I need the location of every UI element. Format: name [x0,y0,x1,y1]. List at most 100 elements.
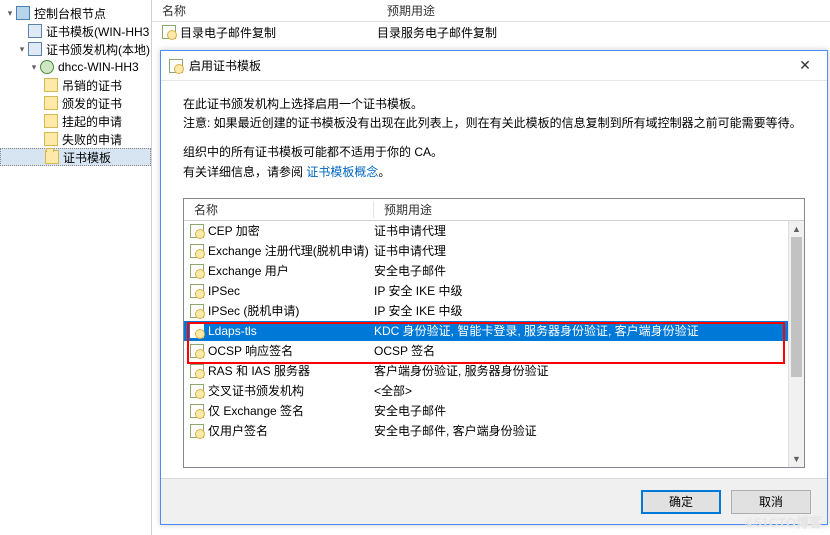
folder-icon [44,78,58,92]
cell-purpose: <全部> [374,382,412,399]
certificate-icon [190,284,204,298]
listbox-rows: CEP 加密证书申请代理Exchange 注册代理(脱机申请)证书申请代理Exc… [184,221,804,467]
cell-purpose: KDC 身份验证, 智能卡登录, 服务器身份验证, 客户端身份验证 [374,322,699,339]
button-label: 取消 [759,493,783,510]
cell-name: Ldaps-tls [208,324,257,338]
cell-purpose: OCSP 签名 [374,342,435,359]
certificate-icon [190,244,204,258]
dialog-titlebar[interactable]: 启用证书模板 ✕ [161,51,827,81]
scroll-track[interactable] [789,237,804,451]
tree-label: 控制台根节点 [32,5,106,22]
chevron-down-icon[interactable] [16,44,28,55]
folder-open-icon [45,150,59,164]
list-item[interactable]: Exchange 用户安全电子邮件 [184,261,804,281]
list-item[interactable]: 交叉证书颁发机构 <全部> [184,381,804,401]
tree-label: 颁发的证书 [60,95,122,112]
tree-pending[interactable]: 挂起的申请 [0,112,151,130]
ca-server-icon [28,42,42,56]
scroll-up-icon[interactable]: ▲ [789,221,804,237]
close-button[interactable]: ✕ [783,52,827,80]
scroll-down-icon[interactable]: ▼ [789,451,804,467]
cell-purpose: 证书申请代理 [374,242,446,259]
scroll-thumb[interactable] [791,237,802,377]
certificate-icon [190,404,204,418]
list-item[interactable]: IPSec (脱机申请) IP 安全 IKE 中级 [184,301,804,321]
cancel-button[interactable]: 取消 [731,490,811,514]
certificate-icon [169,59,183,73]
list-item[interactable]: OCSP 响应签名 OCSP 签名 [184,341,804,361]
cell-name: IPSec (脱机申请) [208,302,299,319]
chevron-down-icon[interactable] [28,62,40,73]
tree-label: dhcc-WIN-HH3 [56,60,139,74]
link-prefix: 有关详细信息，请参阅 [183,165,306,179]
enable-cert-template-dialog: 启用证书模板 ✕ 在此证书颁发机构上选择启用一个证书模板。 注意: 如果最近创建… [160,50,828,525]
cell-name: Exchange 注册代理(脱机申请) [208,242,369,259]
template-server-icon [28,24,42,38]
column-purpose[interactable]: 预期用途 [374,201,442,218]
folder-icon [44,96,58,110]
tree-cert-templates-server[interactable]: 证书模板(WIN-HH3 [0,22,151,40]
cell-purpose: 客户端身份验证, 服务器身份验证 [374,362,549,379]
cert-template-concepts-link[interactable]: 证书模板概念 [306,165,378,179]
close-icon: ✕ [799,57,811,74]
list-item[interactable]: 仅用户签名 安全电子邮件, 客户端身份验证 [184,421,804,441]
cell-purpose: IP 安全 IKE 中级 [374,302,462,319]
cell-name: 交叉证书颁发机构 [208,382,304,399]
column-purpose[interactable]: 预期用途 [377,2,445,19]
listbox-scrollbar[interactable]: ▲ ▼ [788,221,804,467]
main-list-header: 名称 预期用途 [152,0,830,22]
list-item[interactable]: IPSec IP 安全 IKE 中级 [184,281,804,301]
cell-name: RAS 和 IAS 服务器 [208,362,310,379]
tree-ca-local[interactable]: 证书颁发机构(本地) [0,40,151,58]
dialog-footer: 确定 取消 [161,478,827,524]
tree-view[interactable]: 控制台根节点 证书模板(WIN-HH3 证书颁发机构(本地) dhcc-WIN-… [0,0,152,535]
cell-name: CEP 加密 [208,222,260,239]
tree-label: 吊销的证书 [60,77,122,94]
tree-label: 证书模板(WIN-HH3 [44,23,149,40]
tree-issued[interactable]: 颁发的证书 [0,94,151,112]
certificate-icon [190,324,204,338]
column-name[interactable]: 名称 [152,2,377,19]
tree-root[interactable]: 控制台根节点 [0,4,151,22]
list-item[interactable]: Exchange 注册代理(脱机申请) 证书申请代理 [184,241,804,261]
list-item[interactable]: 仅 Exchange 签名 安全电子邮件 [184,401,804,421]
certificate-icon [190,424,204,438]
tree-ca-instance[interactable]: dhcc-WIN-HH3 [0,58,151,76]
ca-icon [40,60,54,74]
instruction-line-3b: 有关详细信息，请参阅 证书模板概念。 [183,163,805,182]
chevron-down-icon[interactable] [4,8,16,19]
console-icon [16,6,30,20]
cell-purpose: 证书申请代理 [374,222,446,239]
cell-purpose: IP 安全 IKE 中级 [374,282,462,299]
tree-label: 证书模板 [61,149,111,166]
tree-cert-templates[interactable]: 证书模板 [0,148,151,166]
list-item[interactable]: Ldaps-tls KDC 身份验证, 智能卡登录, 服务器身份验证, 客户端身份… [184,321,804,341]
column-name[interactable]: 名称 [184,201,374,218]
certificate-icon [190,384,204,398]
list-item[interactable]: 目录电子邮件复制 目录服务电子邮件复制 [152,22,830,42]
ok-button[interactable]: 确定 [641,490,721,514]
dialog-title: 启用证书模板 [189,57,783,74]
template-listbox[interactable]: 名称 预期用途 CEP 加密证书申请代理Exchange 注册代理(脱机申请)证… [183,198,805,468]
certificate-icon [162,25,176,39]
tree-failed[interactable]: 失败的申请 [0,130,151,148]
instruction-line-2: 注意: 如果最近创建的证书模板没有出现在此列表上，则在有关此模板的信息复制到所有… [183,114,805,133]
cell-name: 仅用户签名 [208,422,268,439]
tree-label: 挂起的申请 [60,113,122,130]
list-item[interactable]: RAS 和 IAS 服务器 客户端身份验证, 服务器身份验证 [184,361,804,381]
cell-name: IPSec [208,284,240,298]
instruction-line-1: 在此证书颁发机构上选择启用一个证书模板。 [183,95,805,114]
cell-purpose: 安全电子邮件, 客户端身份验证 [374,422,537,439]
cell-name: 目录电子邮件复制 [180,24,276,41]
link-suffix: 。 [378,165,390,179]
certificate-icon [190,364,204,378]
certificate-icon [190,344,204,358]
cell-name: OCSP 响应签名 [208,342,293,359]
certificate-icon [190,224,204,238]
instruction-line-3a: 组织中的所有证书模板可能都不适用于你的 CA。 [183,143,805,162]
tree-label: 失败的申请 [60,131,122,148]
cell-name: 仅 Exchange 签名 [208,402,304,419]
tree-revoked[interactable]: 吊销的证书 [0,76,151,94]
cell-purpose: 安全电子邮件 [374,402,446,419]
list-item[interactable]: CEP 加密 证书申请代理 [184,221,804,241]
